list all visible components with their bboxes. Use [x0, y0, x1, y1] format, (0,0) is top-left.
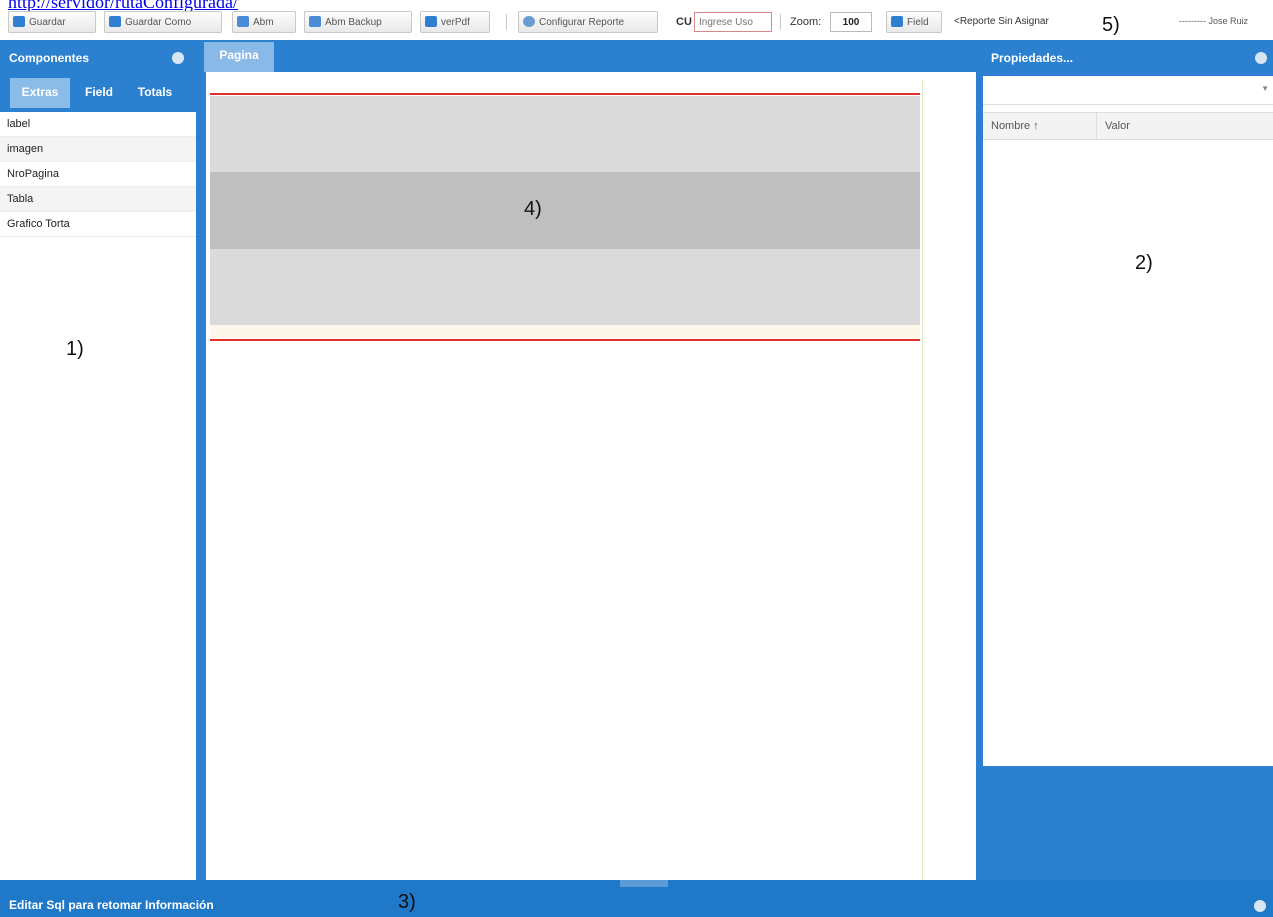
pdf-icon	[425, 16, 437, 27]
properties-select[interactable]: ▼	[983, 76, 1273, 105]
components-tabs: Extras Field Totals	[0, 78, 198, 108]
column-nombre[interactable]: Nombre ↑	[983, 113, 1097, 139]
cu-input[interactable]	[694, 12, 772, 32]
toolbar-separator	[506, 14, 507, 30]
database-icon	[237, 16, 249, 27]
sql-panel-title: Editar Sql para retomar Información	[9, 898, 214, 912]
guardar-como-button[interactable]: Guardar Como	[104, 11, 222, 33]
design-canvas: 4)	[206, 72, 976, 880]
report-page[interactable]: 4)	[210, 80, 923, 880]
abm-label: Abm	[253, 17, 274, 28]
save-icon	[13, 16, 25, 27]
zoom-input[interactable]	[830, 12, 872, 32]
cu-label: CU	[676, 16, 692, 28]
properties-body: ▼ Nombre ↑ Valor 2)	[983, 76, 1273, 766]
report-band-spacer	[210, 325, 920, 339]
toolbar-separator	[780, 14, 781, 30]
annotation-5: 5)	[1102, 14, 1120, 36]
annotation-2: 2)	[1135, 252, 1153, 274]
guardar-button[interactable]: Guardar	[8, 11, 96, 33]
collapse-right-icon[interactable]	[1255, 52, 1267, 64]
ver-pdf-button[interactable]: verPdf	[420, 11, 490, 33]
zoom-label: Zoom:	[790, 16, 822, 28]
properties-grid-header: Nombre ↑ Valor	[983, 112, 1273, 140]
toolbar: Guardar Guardar Como Abm Abm Backup verP…	[0, 8, 1273, 38]
report-band-header[interactable]	[210, 96, 920, 172]
list-item[interactable]: Grafico Torta	[0, 212, 196, 237]
annotation-3: 3)	[398, 891, 416, 913]
database-backup-icon	[309, 16, 321, 27]
design-area: Pagina 4)	[204, 40, 976, 880]
list-item[interactable]: NroPagina	[0, 162, 196, 187]
save-as-icon	[109, 16, 121, 27]
properties-panel-title: Propiedades...	[991, 51, 1074, 65]
ver-pdf-label: verPdf	[441, 17, 470, 28]
expand-bottom-icon[interactable]	[1254, 900, 1266, 912]
sql-panel-bar[interactable]: Editar Sql para retomar Información 3)	[0, 880, 1273, 917]
report-band-footer[interactable]	[210, 249, 920, 325]
components-panel: Componentes Extras Field Totals label im…	[0, 40, 198, 880]
components-list: label imagen NroPagina Tabla Grafico Tor…	[0, 112, 196, 880]
configurar-reporte-button[interactable]: Configurar Reporte	[518, 11, 658, 33]
tab-pagina[interactable]: Pagina	[204, 42, 274, 72]
chevron-down-icon: ▼	[1261, 84, 1269, 93]
abm-backup-button[interactable]: Abm Backup	[304, 11, 412, 33]
gear-icon	[523, 16, 535, 27]
tab-extras[interactable]: Extras	[10, 78, 70, 108]
field-button[interactable]: Field	[886, 11, 942, 33]
field-label: Field	[907, 17, 929, 28]
bottom-splitter-handle[interactable]	[620, 880, 668, 887]
configurar-reporte-label: Configurar Reporte	[539, 17, 625, 28]
list-item[interactable]: imagen	[0, 137, 196, 162]
top-margin-line	[210, 93, 920, 95]
guardar-label: Guardar	[29, 17, 66, 28]
tab-totals[interactable]: Totals	[128, 78, 182, 108]
report-band-detail[interactable]	[210, 172, 920, 249]
reporte-status: <Reporte Sin Asignar	[954, 16, 1049, 27]
abm-button[interactable]: Abm	[232, 11, 296, 33]
abm-backup-label: Abm Backup	[325, 17, 382, 28]
annotation-1: 1)	[66, 338, 84, 360]
column-valor[interactable]: Valor	[1097, 113, 1273, 139]
annotation-4: 4)	[524, 198, 542, 220]
right-splitter[interactable]	[976, 40, 983, 880]
properties-panel: Propiedades... ▼ Nombre ↑ Valor 2)	[983, 40, 1273, 880]
list-item[interactable]: Tabla	[0, 187, 196, 212]
bottom-margin-line	[210, 339, 920, 341]
collapse-left-icon[interactable]	[172, 52, 184, 64]
user-label: --------- Jose Ruiz	[1179, 16, 1248, 26]
components-panel-title: Componentes	[9, 51, 90, 65]
tab-field[interactable]: Field	[72, 78, 126, 108]
list-item[interactable]: label	[0, 112, 196, 137]
refresh-icon	[891, 16, 903, 27]
guardar-como-label: Guardar Como	[125, 17, 192, 28]
